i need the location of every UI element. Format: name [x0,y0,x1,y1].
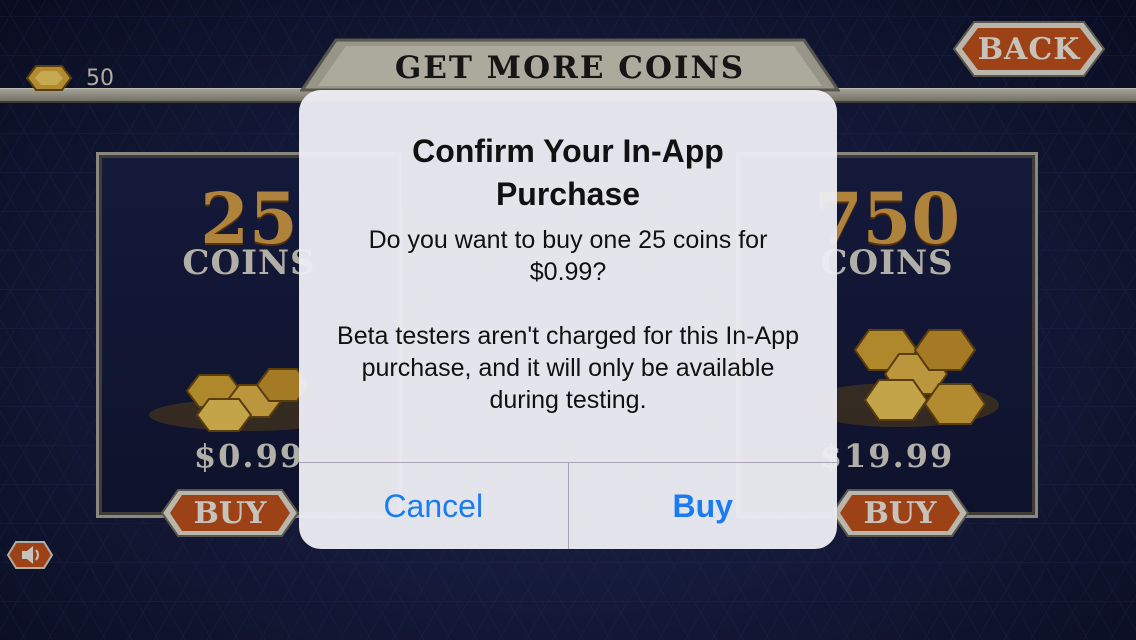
dialog-body: Confirm Your In-App Purchase Do you want… [299,90,837,462]
dialog-actions: Cancel Buy [299,462,837,549]
dialog-message: Do you want to buy one 25 coins for $0.9… [368,226,768,286]
dialog-title: Confirm Your In-App Purchase [412,133,724,212]
cancel-button[interactable]: Cancel [299,463,569,549]
dialog-note: Beta testers aren't charged for this In-… [337,322,799,414]
confirm-buy-button[interactable]: Buy [569,463,838,549]
purchase-confirm-dialog: Confirm Your In-App Purchase Do you want… [299,90,837,549]
